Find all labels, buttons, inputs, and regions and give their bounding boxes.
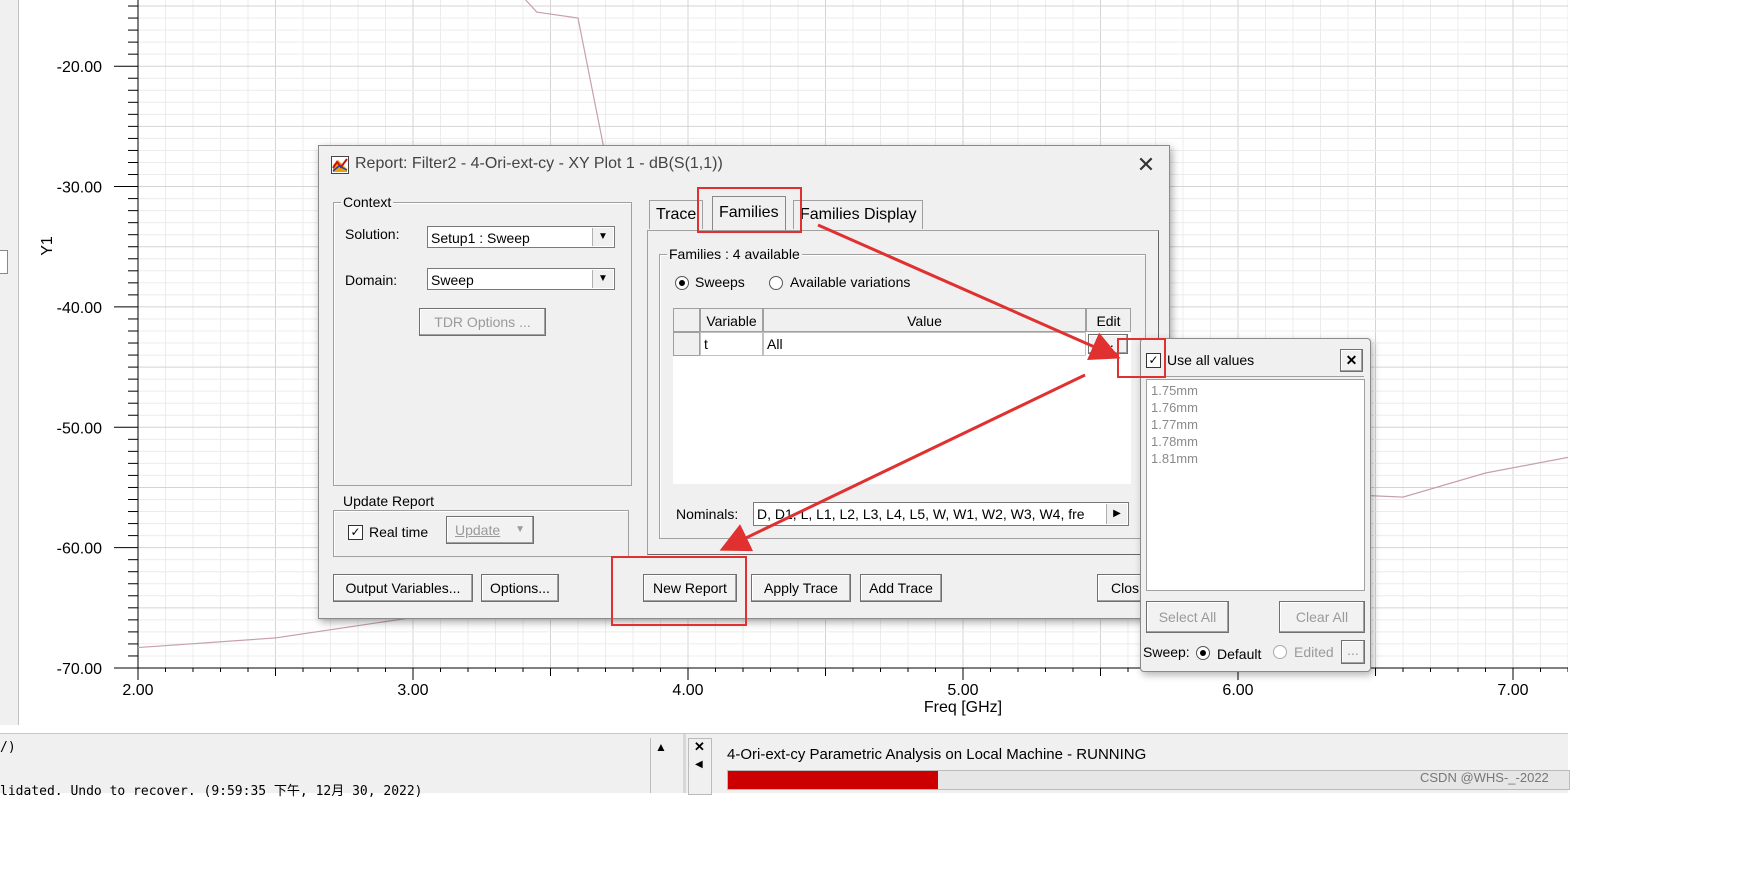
message-prefix: /)	[0, 740, 16, 755]
watermark: CSDN @WHS-_-2022	[1420, 770, 1549, 785]
pane-splitter[interactable]	[683, 734, 686, 793]
annotation-arrows	[719, 223, 1121, 552]
scroll-up-icon[interactable]: ▲	[655, 740, 667, 754]
message-scrollbar[interactable]: ▲	[650, 738, 671, 793]
progress-fill	[728, 771, 939, 789]
chevron-left-icon[interactable]: ◀	[695, 759, 703, 770]
message-log-line: lidated. Undo to recover. (9:59:35 下午, 1…	[0, 784, 423, 799]
progress-title: 4-Ori-ext-cy Parametric Analysis on Loca…	[727, 746, 1147, 763]
status-area: /) lidated. Undo to recover. (9:59:35 下午…	[0, 733, 1570, 799]
arrow-to-new-report	[719, 373, 1086, 552]
progress-pane-side: ✕ ◀	[688, 738, 712, 795]
close-icon[interactable]: ✕	[694, 739, 705, 755]
arrow-to-use-all	[817, 223, 1121, 361]
